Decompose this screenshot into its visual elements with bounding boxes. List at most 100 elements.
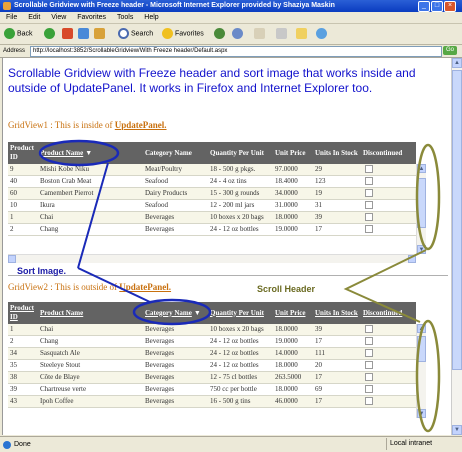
window-vertical-scrollbar[interactable]: ▲ ▼ bbox=[451, 58, 462, 435]
table-cell: Chang bbox=[40, 337, 59, 345]
menu-tools[interactable]: Tools bbox=[117, 14, 133, 21]
menu-file[interactable]: File bbox=[6, 14, 17, 21]
grid-header-5[interactable]: Units In Stock bbox=[315, 142, 360, 164]
table-row: 60 Camembert Pierrot Dairy Products 15 - 30… bbox=[8, 188, 416, 200]
address-input[interactable]: http://localhost:3852/ScrollableGridview… bbox=[30, 46, 442, 57]
grid-header-0[interactable]: Product ID bbox=[10, 142, 37, 164]
scroll-down-icon[interactable]: ▼ bbox=[417, 409, 426, 418]
sort-arrow-icon[interactable]: ▼ bbox=[85, 149, 92, 158]
sort-arrow-icon[interactable]: ▼ bbox=[194, 309, 201, 318]
gridview1-horizontal-scrollbar[interactable] bbox=[8, 254, 416, 263]
table-row: 2 Chang Beverages 24 - 12 oz bottles 19.0000… bbox=[8, 224, 416, 236]
discontinued-checkbox[interactable] bbox=[365, 225, 373, 234]
history-button[interactable] bbox=[232, 28, 245, 40]
messenger-button[interactable] bbox=[316, 28, 329, 40]
scroll-thumb[interactable] bbox=[452, 70, 462, 370]
discontinued-checkbox[interactable] bbox=[365, 373, 373, 382]
table-cell: Camembert Pierrot bbox=[40, 189, 94, 197]
scroll-up-icon[interactable]: ▲ bbox=[417, 324, 426, 333]
grid-header-1[interactable]: Product Name bbox=[40, 302, 142, 324]
page-content: Scrollable Gridview with Freeze header a… bbox=[2, 58, 451, 435]
grid-header-4[interactable]: Unit Price bbox=[275, 302, 312, 324]
edit-button[interactable] bbox=[296, 28, 309, 40]
scroll-thumb[interactable] bbox=[417, 178, 426, 228]
discontinued-cell bbox=[365, 360, 385, 371]
grid-header-1[interactable]: Product Name ▼ bbox=[40, 142, 142, 164]
media-button[interactable] bbox=[214, 28, 227, 40]
scroll-left-icon[interactable] bbox=[8, 255, 16, 263]
table-cell: 1 bbox=[10, 213, 14, 221]
table-cell: Ikura bbox=[40, 201, 55, 209]
forward-arrow-icon bbox=[44, 28, 55, 39]
discontinued-checkbox[interactable] bbox=[365, 189, 373, 198]
media-icon bbox=[214, 28, 225, 39]
back-button[interactable]: Back bbox=[4, 28, 33, 40]
gridview2-vertical-scrollbar[interactable]: ▲ ▼ bbox=[416, 324, 426, 418]
gridview1-vertical-scrollbar[interactable]: ▲ ▼ bbox=[416, 164, 426, 254]
menu-help[interactable]: Help bbox=[144, 14, 158, 21]
refresh-button[interactable] bbox=[78, 28, 91, 40]
forward-button[interactable] bbox=[44, 28, 57, 40]
discontinued-checkbox[interactable] bbox=[365, 213, 373, 222]
grid-header-5[interactable]: Units In Stock bbox=[315, 302, 360, 324]
close-button[interactable]: × bbox=[444, 1, 456, 12]
go-button[interactable]: Go bbox=[443, 46, 457, 55]
discontinued-cell bbox=[365, 348, 385, 359]
search-button[interactable]: Search bbox=[118, 28, 153, 40]
maximize-button[interactable]: □ bbox=[431, 1, 443, 12]
discontinued-checkbox[interactable] bbox=[365, 201, 373, 210]
grid-header-6[interactable]: Discontinued bbox=[363, 142, 415, 164]
table-row: 43 Ipoh Coffee Beverages 16 - 500 g tins 46.… bbox=[8, 396, 416, 408]
table-cell: 39 bbox=[315, 325, 322, 333]
grid-header-0[interactable]: Product ID bbox=[10, 302, 37, 324]
minimize-button[interactable]: _ bbox=[418, 1, 430, 12]
table-cell: 39 bbox=[10, 385, 17, 393]
scroll-up-icon[interactable]: ▲ bbox=[417, 164, 426, 173]
discontinued-checkbox[interactable] bbox=[365, 361, 373, 370]
scroll-down-icon[interactable]: ▼ bbox=[417, 245, 426, 254]
table-cell: 24 - 12 oz bottles bbox=[210, 361, 259, 369]
title-bar: Scrollable Gridview with Freeze header -… bbox=[0, 0, 462, 12]
scroll-thumb[interactable] bbox=[417, 336, 426, 362]
discontinued-checkbox[interactable] bbox=[365, 165, 373, 174]
print-button[interactable] bbox=[276, 28, 289, 40]
table-cell: 39 bbox=[315, 213, 322, 221]
discontinued-cell bbox=[365, 384, 385, 395]
menu-favorites[interactable]: Favorites bbox=[77, 14, 106, 21]
table-cell: 24 - 12 oz bottles bbox=[210, 225, 259, 233]
folder-icon bbox=[296, 28, 307, 39]
menu-edit[interactable]: Edit bbox=[28, 14, 40, 21]
table-cell: Beverages bbox=[145, 337, 175, 345]
grid-header-6[interactable]: Discontinued bbox=[363, 302, 415, 324]
grid-header-4[interactable]: Unit Price bbox=[275, 142, 312, 164]
discontinued-checkbox[interactable] bbox=[365, 349, 373, 358]
table-cell: Dairy Products bbox=[145, 189, 188, 197]
discontinued-checkbox[interactable] bbox=[365, 177, 373, 186]
favorites-button[interactable]: Favorites bbox=[162, 28, 204, 40]
grid-header-label: Units In Stock bbox=[315, 308, 358, 317]
discontinued-cell bbox=[365, 188, 385, 199]
grid-header-3[interactable]: Quantity Per Unit bbox=[210, 302, 272, 324]
grid-header-3[interactable]: Quantity Per Unit bbox=[210, 142, 272, 164]
search-icon bbox=[118, 28, 129, 39]
menu-view[interactable]: View bbox=[51, 14, 66, 21]
grid-header-2[interactable]: Category Name ▼ bbox=[145, 302, 207, 324]
discontinued-checkbox[interactable] bbox=[365, 385, 373, 394]
home-button[interactable] bbox=[94, 28, 107, 40]
stop-button[interactable] bbox=[62, 28, 75, 40]
grid-body: 9 Mishi Kobe Niku Meat/Poultry 18 - 500 g p… bbox=[8, 164, 416, 236]
window-title: Scrollable Gridview with Freeze header -… bbox=[14, 2, 335, 9]
scroll-right-icon[interactable] bbox=[408, 255, 416, 263]
discontinued-checkbox[interactable] bbox=[365, 325, 373, 334]
refresh-icon bbox=[78, 28, 89, 39]
table-cell: 18.0000 bbox=[275, 385, 298, 393]
scroll-down-icon[interactable]: ▼ bbox=[452, 425, 462, 435]
table-cell: 17 bbox=[315, 373, 322, 381]
scroll-up-icon[interactable]: ▲ bbox=[452, 58, 462, 68]
discontinued-checkbox[interactable] bbox=[365, 337, 373, 346]
grid-header-label: Category Name bbox=[145, 308, 192, 317]
mail-button[interactable] bbox=[254, 28, 267, 40]
table-cell: Chang bbox=[40, 225, 59, 233]
grid-header-2[interactable]: Category Name bbox=[145, 142, 207, 164]
discontinued-checkbox[interactable] bbox=[365, 397, 373, 406]
